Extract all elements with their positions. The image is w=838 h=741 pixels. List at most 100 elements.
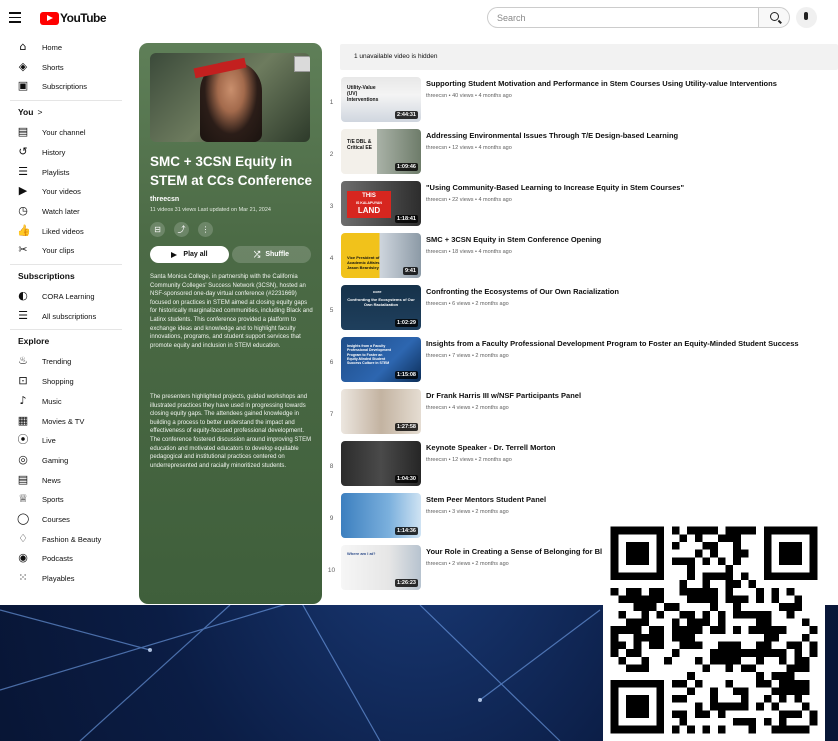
history-icon: ↺	[18, 144, 28, 158]
search-button[interactable]	[758, 7, 790, 28]
sidebar-item-label: Courses	[42, 515, 70, 524]
sidebar-item-courses[interactable]: ◯ Courses	[0, 510, 128, 529]
playlist-video-row[interactable]: 8 1:04:30 Keynote Speaker - Dr. Terrell Mo…	[325, 441, 838, 491]
video-title[interactable]: "Using Community-Based Learning to Incre…	[426, 183, 684, 192]
sidebar-item-podcasts[interactable]: ◉ Podcasts	[0, 549, 128, 568]
video-thumbnail[interactable]: Insights from a Faculty Professional Dev…	[341, 337, 421, 382]
menu-icon[interactable]	[9, 12, 21, 23]
unavailable-notice: 1 unavailable video is hidden	[340, 44, 838, 70]
playlist-video-row[interactable]: 4 Vice President of Academic Affairs Jaso…	[325, 233, 838, 283]
podcasts-icon: ◉	[18, 551, 28, 565]
sidebar-item-shopping[interactable]: ⊡ Shopping	[0, 372, 128, 391]
video-thumbnail[interactable]: Vice President of Academic Affairs Jason…	[341, 233, 421, 278]
video-title[interactable]: Your Role in Creating a Sense of Belongi…	[426, 547, 602, 556]
video-meta: threecsn • 22 views • 4 months ago	[426, 197, 512, 203]
sidebar-item-fashion-beauty[interactable]: ♢ Fashion & Beauty	[0, 530, 128, 549]
logo-text: YouTube	[60, 11, 107, 25]
playlist-video-row[interactable]: 5 core Confronting the Ecosystems of Our O…	[325, 285, 838, 335]
youtube-window: YouTube Search ⌂ Home ◈ Shorts ▣ Subscription…	[0, 0, 838, 605]
video-title[interactable]: Dr Frank Harris III w/NSF Participants P…	[426, 391, 581, 400]
playlist-video-row[interactable]: 3 THIS IS KALAPUYAN LAND 1:18:41 "Using Commu…	[325, 181, 838, 231]
sidebar-item-watch-later[interactable]: ◷ Watch later	[0, 202, 128, 221]
sidebar-heading[interactable]: You >	[18, 107, 42, 117]
video-duration: 1:26:23	[395, 579, 418, 587]
play-all-label: Play all	[183, 251, 208, 258]
video-meta: threecsn • 7 views • 2 months ago	[426, 353, 509, 359]
save-playlist-icon[interactable]: ⊟	[150, 222, 165, 237]
share-icon[interactable]: ⤴	[174, 222, 189, 237]
sidebar-item-history[interactable]: ↺ History	[0, 143, 128, 162]
sidebar-item-sports[interactable]: ♕ Sports	[0, 490, 128, 509]
playlist-header-panel: SMC + 3CSN Equity in STEM at CCs Confere…	[139, 43, 322, 604]
video-thumbnail[interactable]: core Confronting the Ecosystems of Our Ow…	[341, 285, 421, 330]
video-title[interactable]: Confronting the Ecosystems of Our Own Ra…	[426, 287, 619, 296]
playlist-video-row[interactable]: 2 T/E DBL & Critical EE 1:09:46 Addressing …	[325, 129, 838, 179]
video-thumbnail[interactable]: Utility-Value (UV) Interventions 2:44:31	[341, 77, 421, 122]
video-thumbnail[interactable]: 1:04:30	[341, 441, 421, 486]
sidebar-item-movies-tv[interactable]: ▦ Movies & TV	[0, 412, 128, 431]
sidebar-item-trending[interactable]: ♨ Trending	[0, 352, 128, 371]
sidebar-item-label: Podcasts	[42, 554, 73, 564]
voice-search-button[interactable]	[796, 7, 817, 28]
sidebar-divider	[10, 264, 122, 265]
sidebar-item-your-channel[interactable]: ▤ Your channel	[0, 123, 128, 142]
video-thumbnail[interactable]: T/E DBL & Critical EE 1:09:46	[341, 129, 421, 174]
video-thumbnail[interactable]: THIS IS KALAPUYAN LAND 1:18:41	[341, 181, 421, 226]
playlist-video-row[interactable]: 7 1:27:58 Dr Frank Harris III w/NSF Partic…	[325, 389, 838, 439]
sidebar-item-music[interactable]: ♪ Music	[0, 392, 128, 411]
sidebar-item-shorts[interactable]: ◈ Shorts	[0, 58, 128, 77]
sidebar-item-subscriptions[interactable]: ▣ Subscriptions	[0, 77, 128, 96]
youtube-play-icon	[40, 11, 59, 25]
video-thumbnail[interactable]: 1:27:58	[341, 389, 421, 434]
playlist-video-row[interactable]: 1 Utility-Value (UV) Interventions 2:44:31…	[325, 77, 838, 127]
more-options-icon[interactable]: ⋮	[198, 222, 213, 237]
sidebar-item-playables[interactable]: ⁙ Playables	[0, 569, 128, 588]
video-thumbnail[interactable]: Where am I at? 1:26:23	[341, 545, 421, 590]
search-placeholder: Search	[497, 12, 526, 23]
video-title[interactable]: SMC + 3CSN Equity in Stem Conference Ope…	[426, 235, 601, 244]
sidebar-item-label: Playlists	[42, 167, 70, 177]
sidebar-item-label: Movies & TV	[42, 416, 85, 426]
video-title[interactable]: Stem Peer Mentors Student Panel	[426, 495, 546, 504]
sidebar-item-gaming[interactable]: ◎ Gaming	[0, 451, 128, 470]
shuffle-icon: ⤮	[253, 249, 261, 259]
video-title[interactable]: Supporting Student Motivation and Perfor…	[426, 79, 777, 88]
sidebar-item-label: Your channel	[42, 128, 86, 138]
sidebar: ⌂ Home ◈ Shorts ▣ Subscriptions You > ▤ Your chan…	[0, 36, 130, 605]
video-thumbnail[interactable]: 1:14:36	[341, 493, 421, 538]
play-all-button[interactable]: Play all	[150, 246, 229, 263]
chevron-right-icon: >	[37, 107, 43, 118]
sidebar-item-home[interactable]: ⌂ Home	[0, 38, 128, 57]
video-index: 7	[329, 411, 334, 418]
shuffle-button[interactable]: ⤮ Shuffle	[232, 246, 311, 263]
sidebar-item-cora-learning[interactable]: ◐ CORA Learning	[0, 287, 128, 306]
video-index: 6	[329, 359, 334, 366]
video-index: 8	[329, 463, 334, 470]
sidebar-heading[interactable]: Explore	[18, 336, 49, 346]
sidebar-item-your-clips[interactable]: ✂ Your clips	[0, 241, 128, 260]
sidebar-item-label: Playables	[42, 574, 75, 584]
video-duration: 1:18:41	[395, 215, 418, 223]
sidebar-item-liked-videos[interactable]: 👍 Liked videos	[0, 222, 128, 241]
news-icon: ▤	[17, 472, 29, 486]
playlist-meta: 11 videos 31 views Last updated on Mar 2…	[150, 207, 271, 213]
sports-icon: ♕	[18, 492, 28, 506]
video-meta: threecsn • 12 views • 2 months ago	[426, 457, 512, 463]
sidebar-item-playlists[interactable]: ☰ Playlists	[0, 163, 128, 182]
video-title[interactable]: Addressing Environmental Issues Through …	[426, 131, 678, 140]
video-title[interactable]: Keynote Speaker - Dr. Terrell Morton	[426, 443, 555, 452]
search-input[interactable]: Search	[487, 7, 759, 28]
video-index: 10	[327, 567, 336, 574]
youtube-logo[interactable]: YouTube	[40, 11, 107, 25]
playlist-thumbnail[interactable]	[150, 53, 310, 142]
sidebar-item-label: Liked videos	[42, 226, 84, 236]
sidebar-item-live[interactable]: ⦿ Live	[0, 431, 128, 450]
sidebar-item-your-videos[interactable]: ▶ Your videos	[0, 182, 128, 201]
fashion-icon: ♢	[18, 531, 28, 545]
playlist-owner[interactable]: threecsn	[150, 196, 179, 203]
sidebar-heading[interactable]: Subscriptions	[18, 271, 75, 281]
playlist-video-row[interactable]: 6 Insights from a Faculty Professional De…	[325, 337, 838, 387]
sidebar-item-all-subscriptions[interactable]: ☰ All subscriptions	[0, 307, 128, 326]
sidebar-item-news[interactable]: ▤ News	[0, 471, 128, 490]
video-title[interactable]: Insights from a Faculty Professional Dev…	[426, 339, 799, 348]
